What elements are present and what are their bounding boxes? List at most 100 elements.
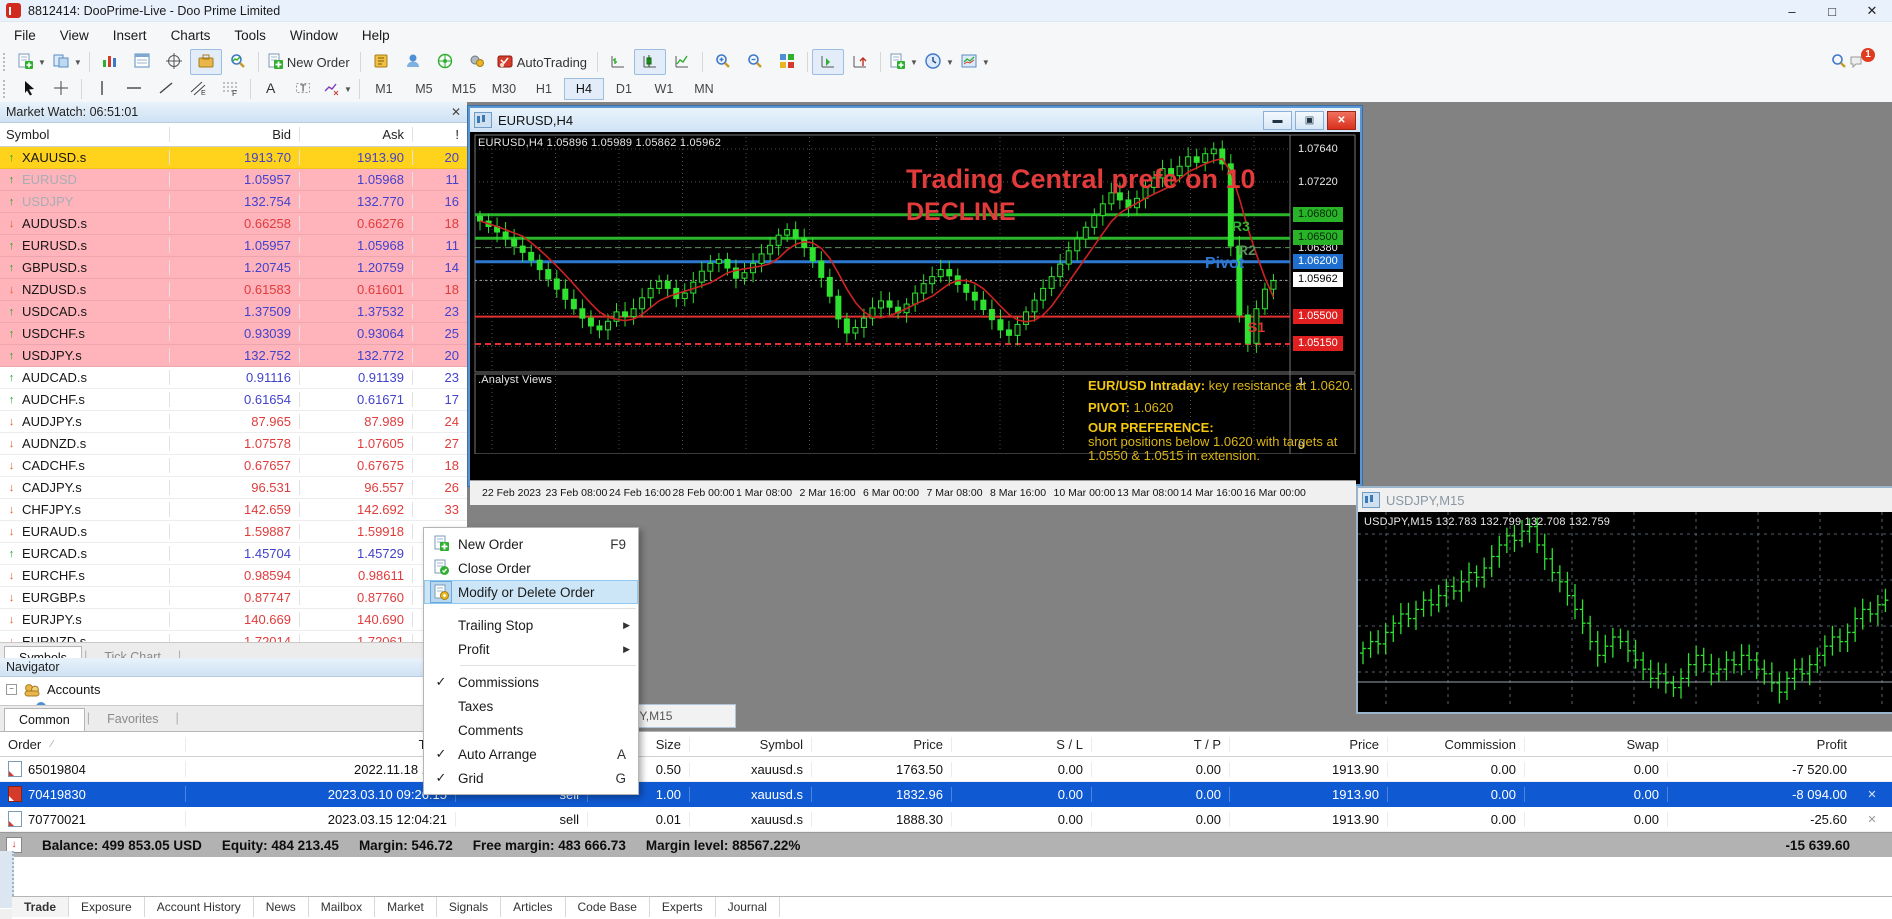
context-menu-item-profit[interactable]: Profit▶	[424, 637, 638, 661]
symbol-row-usdcad-s[interactable]: ↑USDCAD.s1.375091.3753223	[0, 301, 467, 323]
context-menu-item-trailing-stop[interactable]: Trailing Stop▶	[424, 613, 638, 637]
channel-button[interactable]: E	[182, 76, 214, 102]
symbol-row-euraud-s[interactable]: ↓EURAUD.s1.598871.5991831	[0, 521, 467, 543]
templates-button[interactable]: ▼	[957, 49, 993, 75]
close-button[interactable]: ✕	[1852, 0, 1892, 22]
symbol-row-usdjpy[interactable]: ↑USDJPY132.754132.77016	[0, 191, 467, 213]
periods-button[interactable]: ▼	[921, 49, 957, 75]
timeframe-h1-button[interactable]: H1	[524, 78, 564, 100]
timeframe-m1-button[interactable]: M1	[364, 78, 404, 100]
dropdown-arrow-icon[interactable]: ▼	[946, 58, 954, 67]
chart-usdjpy-titlebar[interactable]: USDJPY,M15	[1358, 488, 1892, 512]
order-row-65019804[interactable]: 650198042022.11.18 10:30.50xauusd.s1763.…	[0, 757, 1892, 782]
order-row-70419830[interactable]: 704198302023.03.10 09:26:15sell1.00xauus…	[0, 782, 1892, 807]
timeframe-w1-button[interactable]: W1	[644, 78, 684, 100]
navigator-item-accounts[interactable]: − Accounts	[0, 677, 467, 699]
toolbox-button[interactable]	[190, 49, 222, 75]
symbol-row-usdjpy-s[interactable]: ↑USDJPY.s132.752132.77220	[0, 345, 467, 367]
tab-common[interactable]: Common	[4, 708, 85, 732]
symbol-row-audchf-s[interactable]: ↑AUDCHF.s0.616540.6167117	[0, 389, 467, 411]
orders-column-commission[interactable]: Commission	[1388, 737, 1525, 752]
symbol-row-usdchf-s[interactable]: ↑USDCHF.s0.930390.9306425	[0, 323, 467, 345]
timeframe-m15-button[interactable]: M15	[444, 78, 484, 100]
toolbox-tab-experts[interactable]: Experts	[650, 897, 716, 917]
symbol-row-cadchf-s[interactable]: ↓CADCHF.s0.676570.6767518	[0, 455, 467, 477]
symbol-row-eurcad-s[interactable]: ↑EURCAD.s1.457041.45729	[0, 543, 467, 565]
context-menu-item-new-order[interactable]: New OrderF9	[424, 532, 638, 556]
label-button[interactable]: T	[287, 76, 319, 102]
strategy-tester-button[interactable]	[222, 49, 254, 75]
context-menu-item-grid[interactable]: ✓GridG	[424, 766, 638, 790]
dropdown-arrow-icon[interactable]: ▼	[344, 85, 352, 94]
profiles-button[interactable]: ▼	[49, 49, 85, 75]
context-menu-item-close-order[interactable]: Close Order	[424, 556, 638, 580]
hline-button[interactable]	[118, 76, 150, 102]
chart-eurusd-titlebar[interactable]: EURUSD,H4 ▬ ▣ ✕	[470, 108, 1360, 132]
timeframe-d1-button[interactable]: D1	[604, 78, 644, 100]
minimize-button[interactable]: –	[1772, 0, 1812, 22]
symbol-row-audjpy-s[interactable]: ↓AUDJPY.s87.96587.98924	[0, 411, 467, 433]
symbol-row-audusd-s[interactable]: ↓AUDUSD.s0.662580.6627618	[0, 213, 467, 235]
autotrading-button[interactable]: AutoTrading	[493, 49, 593, 75]
menu-file[interactable]: File	[2, 24, 48, 47]
column-header-symbol[interactable]: Symbol	[0, 127, 170, 142]
cursor-button[interactable]	[13, 76, 45, 102]
search-icon[interactable]	[1830, 52, 1848, 73]
symbol-row-audcad-s[interactable]: ↑AUDCAD.s0.911160.9113923	[0, 367, 467, 389]
toolbox-tab-market[interactable]: Market	[375, 897, 437, 917]
dropdown-arrow-icon[interactable]: ▼	[38, 58, 46, 67]
context-menu-item-auto-arrange[interactable]: ✓Auto ArrangeA	[424, 742, 638, 766]
toolbox-tab-code-base[interactable]: Code Base	[566, 897, 650, 917]
menu-help[interactable]: Help	[350, 24, 402, 47]
chart-window-eurusd-h4[interactable]: EURUSD,H4 ▬ ▣ ✕ EURUSD,H4 1.05896 1.0598…	[468, 106, 1362, 486]
orders-column-order[interactable]: Order∕	[0, 737, 186, 752]
candle-chart-mode-button[interactable]	[634, 49, 666, 75]
symbol-row-xauusd-s[interactable]: ↑XAUUSD.s1913.701913.9020	[0, 147, 467, 169]
symbol-row-nzdusd-s[interactable]: ↓NZDUSD.s0.615830.6160118	[0, 279, 467, 301]
orders-column-price[interactable]: Price	[1230, 737, 1388, 752]
menu-tools[interactable]: Tools	[222, 24, 278, 47]
trendline-button[interactable]	[150, 76, 182, 102]
vline-button[interactable]	[86, 76, 118, 102]
tab-favorites[interactable]: Favorites	[92, 707, 173, 731]
symbol-row-audnzd-s[interactable]: ↓AUDNZD.s1.075781.0760527	[0, 433, 467, 455]
menu-charts[interactable]: Charts	[159, 24, 223, 47]
tree-expander-icon[interactable]: −	[6, 684, 17, 695]
symbol-row-cadjpy-s[interactable]: ↓CADJPY.s96.53196.55726	[0, 477, 467, 499]
fibonacci-button[interactable]: F	[214, 76, 246, 102]
metaeditor-button[interactable]	[365, 49, 397, 75]
dropdown-arrow-icon[interactable]: ▼	[74, 58, 82, 67]
new-chart-button[interactable]: ▼	[13, 49, 49, 75]
toolbox-tab-articles[interactable]: Articles	[501, 897, 565, 917]
symbol-row-eurjpy-s[interactable]: ↓EURJPY.s140.669140.690	[0, 609, 467, 631]
dropdown-arrow-icon[interactable]: ▼	[982, 58, 990, 67]
orders-column-s-l[interactable]: S / L	[952, 737, 1092, 752]
options-button[interactable]	[461, 49, 493, 75]
data-window-button[interactable]	[126, 49, 158, 75]
auto-scroll-button[interactable]	[844, 49, 876, 75]
chart-window-usdjpy-m15[interactable]: USDJPY,M15 USDJPY,M15 132.783 132.799 13…	[1356, 486, 1892, 714]
symbol-row-eurusd-s[interactable]: ↑EURUSD.s1.059571.0596811	[0, 235, 467, 257]
crosshair-window-button[interactable]	[158, 49, 190, 75]
close-order-icon[interactable]: ✕	[1855, 788, 1889, 801]
toolbox-tab-account-history[interactable]: Account History	[145, 897, 254, 917]
timeframe-h4-button[interactable]: H4	[564, 78, 604, 100]
chart-shift-button[interactable]	[812, 49, 844, 75]
zoom-out-button[interactable]	[739, 49, 771, 75]
dropdown-arrow-icon[interactable]: ▼	[910, 58, 918, 67]
market-watch-button[interactable]	[94, 49, 126, 75]
menu-insert[interactable]: Insert	[101, 24, 159, 47]
timeframe-m5-button[interactable]: M5	[404, 78, 444, 100]
chart-eurusd-canvas[interactable]: EURUSD,H4 1.05896 1.05989 1.05862 1.0596…	[470, 132, 1356, 480]
zoom-in-button[interactable]	[707, 49, 739, 75]
timeframe-mn-button[interactable]: MN	[684, 78, 724, 100]
toolbox-tab-journal[interactable]: Journal	[716, 897, 780, 917]
toolbar-grip[interactable]	[3, 80, 10, 98]
community-button[interactable]	[397, 49, 429, 75]
column-header-bid[interactable]: Bid	[170, 127, 300, 142]
symbol-row-eurnzd-s[interactable]: ↓EURNZD.s1.720141.72061	[0, 631, 467, 642]
symbol-row-chfjpy-s[interactable]: ↓CHFJPY.s142.659142.69233	[0, 499, 467, 521]
toolbox-tab-trade[interactable]: Trade	[12, 897, 69, 917]
orders-column-symbol[interactable]: Symbol	[690, 737, 812, 752]
symbol-row-gbpusd-s[interactable]: ↑GBPUSD.s1.207451.2075914	[0, 257, 467, 279]
